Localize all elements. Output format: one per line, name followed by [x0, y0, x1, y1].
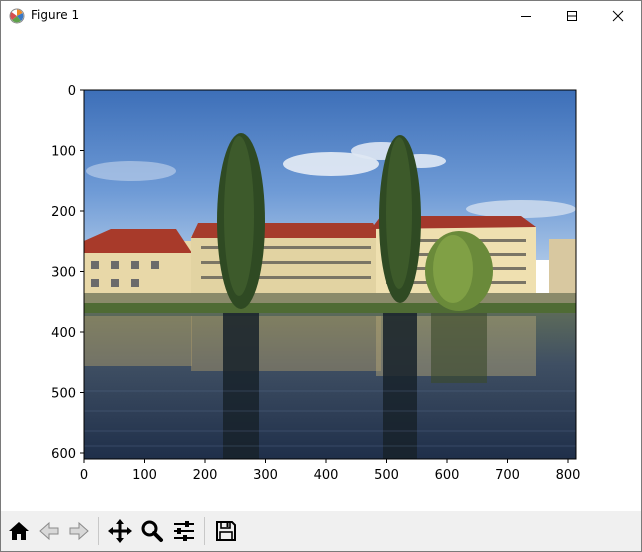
close-button[interactable] — [595, 1, 641, 31]
y-tick-label: 500 — [51, 387, 76, 402]
matplotlib-icon — [9, 8, 25, 24]
y-tick-label: 600 — [51, 447, 76, 462]
y-ticks — [80, 89, 84, 454]
pan-button[interactable] — [105, 515, 135, 547]
maximize-button[interactable] — [549, 1, 595, 31]
y-tick-label: 100 — [51, 145, 76, 160]
x-tick-label: 500 — [374, 468, 399, 483]
x-tick-label: 700 — [495, 468, 520, 483]
toolbar-separator — [204, 517, 205, 545]
x-ticks — [83, 459, 569, 463]
magnifier-icon — [141, 520, 163, 542]
close-icon — [612, 10, 624, 22]
minimize-icon — [521, 16, 531, 17]
arrow-right-icon — [69, 521, 89, 541]
y-tick-label: 0 — [68, 84, 76, 99]
x-tick-label: 600 — [435, 468, 460, 483]
y-tick-label: 200 — [51, 205, 76, 220]
figure-canvas[interactable]: 0 100 200 300 400 500 600 0 100 200 300 … — [1, 31, 641, 511]
back-button[interactable] — [34, 515, 64, 547]
forward-button[interactable] — [64, 515, 94, 547]
x-tick-label: 400 — [314, 468, 339, 483]
y-tick-label: 400 — [51, 326, 76, 341]
sliders-icon — [174, 521, 194, 541]
arrow-left-icon — [39, 521, 59, 541]
toolbar-separator — [98, 517, 99, 545]
navigation-toolbar — [1, 511, 641, 551]
maximize-icon — [567, 11, 577, 21]
home-icon — [9, 522, 29, 540]
window-title: Figure 1 — [31, 8, 80, 22]
floppy-disk-icon — [216, 521, 236, 541]
x-tick-label: 0 — [80, 468, 88, 483]
home-button[interactable] — [4, 515, 34, 547]
image-content — [84, 90, 576, 459]
zoom-button[interactable] — [137, 515, 167, 547]
save-button[interactable] — [211, 515, 241, 547]
x-tick-label: 800 — [556, 468, 581, 483]
move-icon — [108, 519, 132, 543]
plot-svg: 0 100 200 300 400 500 600 0 100 200 300 … — [51, 84, 581, 483]
x-tick-label: 100 — [132, 468, 157, 483]
x-tick-label: 200 — [193, 468, 218, 483]
configure-subplots-button[interactable] — [169, 515, 199, 547]
figure-window: Figure 1 0 100 200 300 400 500 600 0 100… — [0, 0, 642, 552]
x-tick-label: 300 — [253, 468, 278, 483]
y-tick-label: 300 — [51, 266, 76, 281]
minimize-button[interactable] — [503, 1, 549, 31]
